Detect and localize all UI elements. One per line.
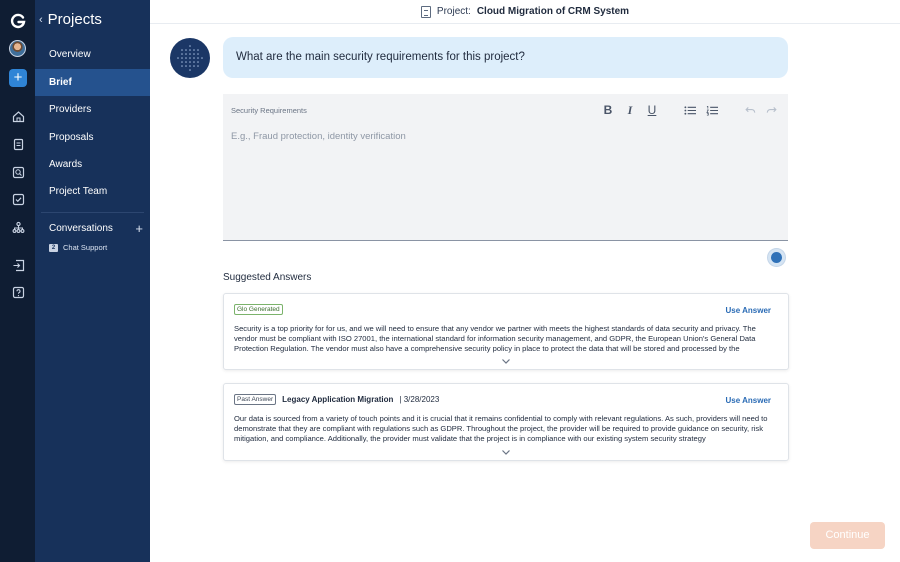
conversations-row: Conversations +: [49, 221, 143, 236]
add-conversation-icon[interactable]: +: [135, 221, 143, 236]
past-answer-tag: Past Answer: [234, 394, 277, 405]
chevron-left-icon[interactable]: ‹: [39, 14, 43, 26]
search-icon[interactable]: [8, 162, 28, 182]
voice-input-button[interactable]: [768, 249, 785, 266]
sidebar-title: Projects: [47, 11, 102, 28]
sidebar-item-proposals[interactable]: Proposals: [35, 124, 150, 151]
glo-generated-tag: Glo Generated: [234, 304, 283, 315]
chat-support-item[interactable]: 2 Chat Support: [49, 243, 107, 252]
sidebar-item-awards[interactable]: Awards: [35, 151, 150, 178]
bold-button[interactable]: B: [602, 103, 614, 117]
editor-toolbar: B I U: [602, 103, 778, 117]
sidebar-item-providers[interactable]: Providers: [35, 96, 150, 123]
suggested-answer-card: Past Answer Legacy Application Migration…: [223, 383, 789, 461]
avatar[interactable]: [9, 40, 26, 57]
source-project: Legacy Application Migration: [282, 395, 394, 404]
sidebar: ‹ Projects Overview Brief Providers Prop…: [35, 0, 150, 562]
continue-button[interactable]: Continue: [810, 522, 885, 549]
sidebar-item-brief[interactable]: Brief: [35, 69, 150, 96]
source-date: | 3/28/2023: [399, 395, 440, 404]
export-icon[interactable]: [8, 255, 28, 275]
sidebar-item-project-team[interactable]: Project Team: [35, 178, 150, 205]
logo-icon[interactable]: [8, 11, 28, 31]
checklist-icon[interactable]: [8, 189, 28, 209]
security-requirements-editor[interactable]: Security Requirements B I U E.g., Fraud …: [223, 94, 788, 241]
use-answer-button[interactable]: Use Answer: [726, 306, 772, 315]
unread-badge: 2: [49, 243, 58, 252]
use-answer-button[interactable]: Use Answer: [726, 396, 772, 405]
icon-rail: +: [0, 0, 35, 562]
chevron-down-icon[interactable]: [501, 357, 511, 367]
underline-button[interactable]: U: [646, 103, 658, 117]
bullet-list-icon[interactable]: [684, 103, 696, 117]
document-icon: [420, 5, 431, 18]
project-prefix: Project:: [436, 6, 471, 17]
card-header: Past Answer Legacy Application Migration…: [234, 394, 770, 405]
chat-support-label: Chat Support: [63, 243, 108, 252]
home-icon[interactable]: [8, 106, 28, 126]
card-header: Glo Generated: [234, 304, 770, 315]
suggested-answers-title: Suggested Answers: [223, 272, 312, 283]
project-name: Cloud Migration of CRM System: [476, 6, 630, 17]
redo-icon[interactable]: [766, 103, 778, 117]
numbered-list-icon[interactable]: [706, 103, 718, 117]
editor-label: Security Requirements: [231, 106, 307, 115]
editor-placeholder: E.g., Fraud protection, identity verific…: [231, 131, 406, 142]
sidebar-item-overview[interactable]: Overview: [35, 41, 150, 68]
answer-text: Our data is sourced from a variety of to…: [234, 414, 768, 443]
suggested-answer-card: Glo Generated Use Answer Security is a t…: [223, 293, 789, 370]
sidebar-header[interactable]: ‹ Projects: [39, 11, 102, 28]
assistant-avatar: [170, 38, 210, 78]
chevron-down-icon[interactable]: [501, 448, 511, 458]
document-icon[interactable]: [8, 134, 28, 154]
undo-icon[interactable]: [744, 103, 756, 117]
org-chart-icon[interactable]: [8, 217, 28, 237]
app-root: + ‹ Projects Overview Brief Providers Pr…: [0, 0, 900, 562]
conversations-label[interactable]: Conversations: [49, 223, 113, 234]
help-icon[interactable]: [8, 282, 28, 302]
italic-button[interactable]: I: [624, 103, 636, 117]
question-bubble: What are the main security requirements …: [223, 37, 788, 78]
project-header: Project: Cloud Migration of CRM System: [150, 0, 900, 24]
add-icon[interactable]: +: [9, 69, 27, 87]
answer-text: Security is a top priority for for us, a…: [234, 324, 756, 353]
sidebar-divider: [41, 212, 144, 213]
